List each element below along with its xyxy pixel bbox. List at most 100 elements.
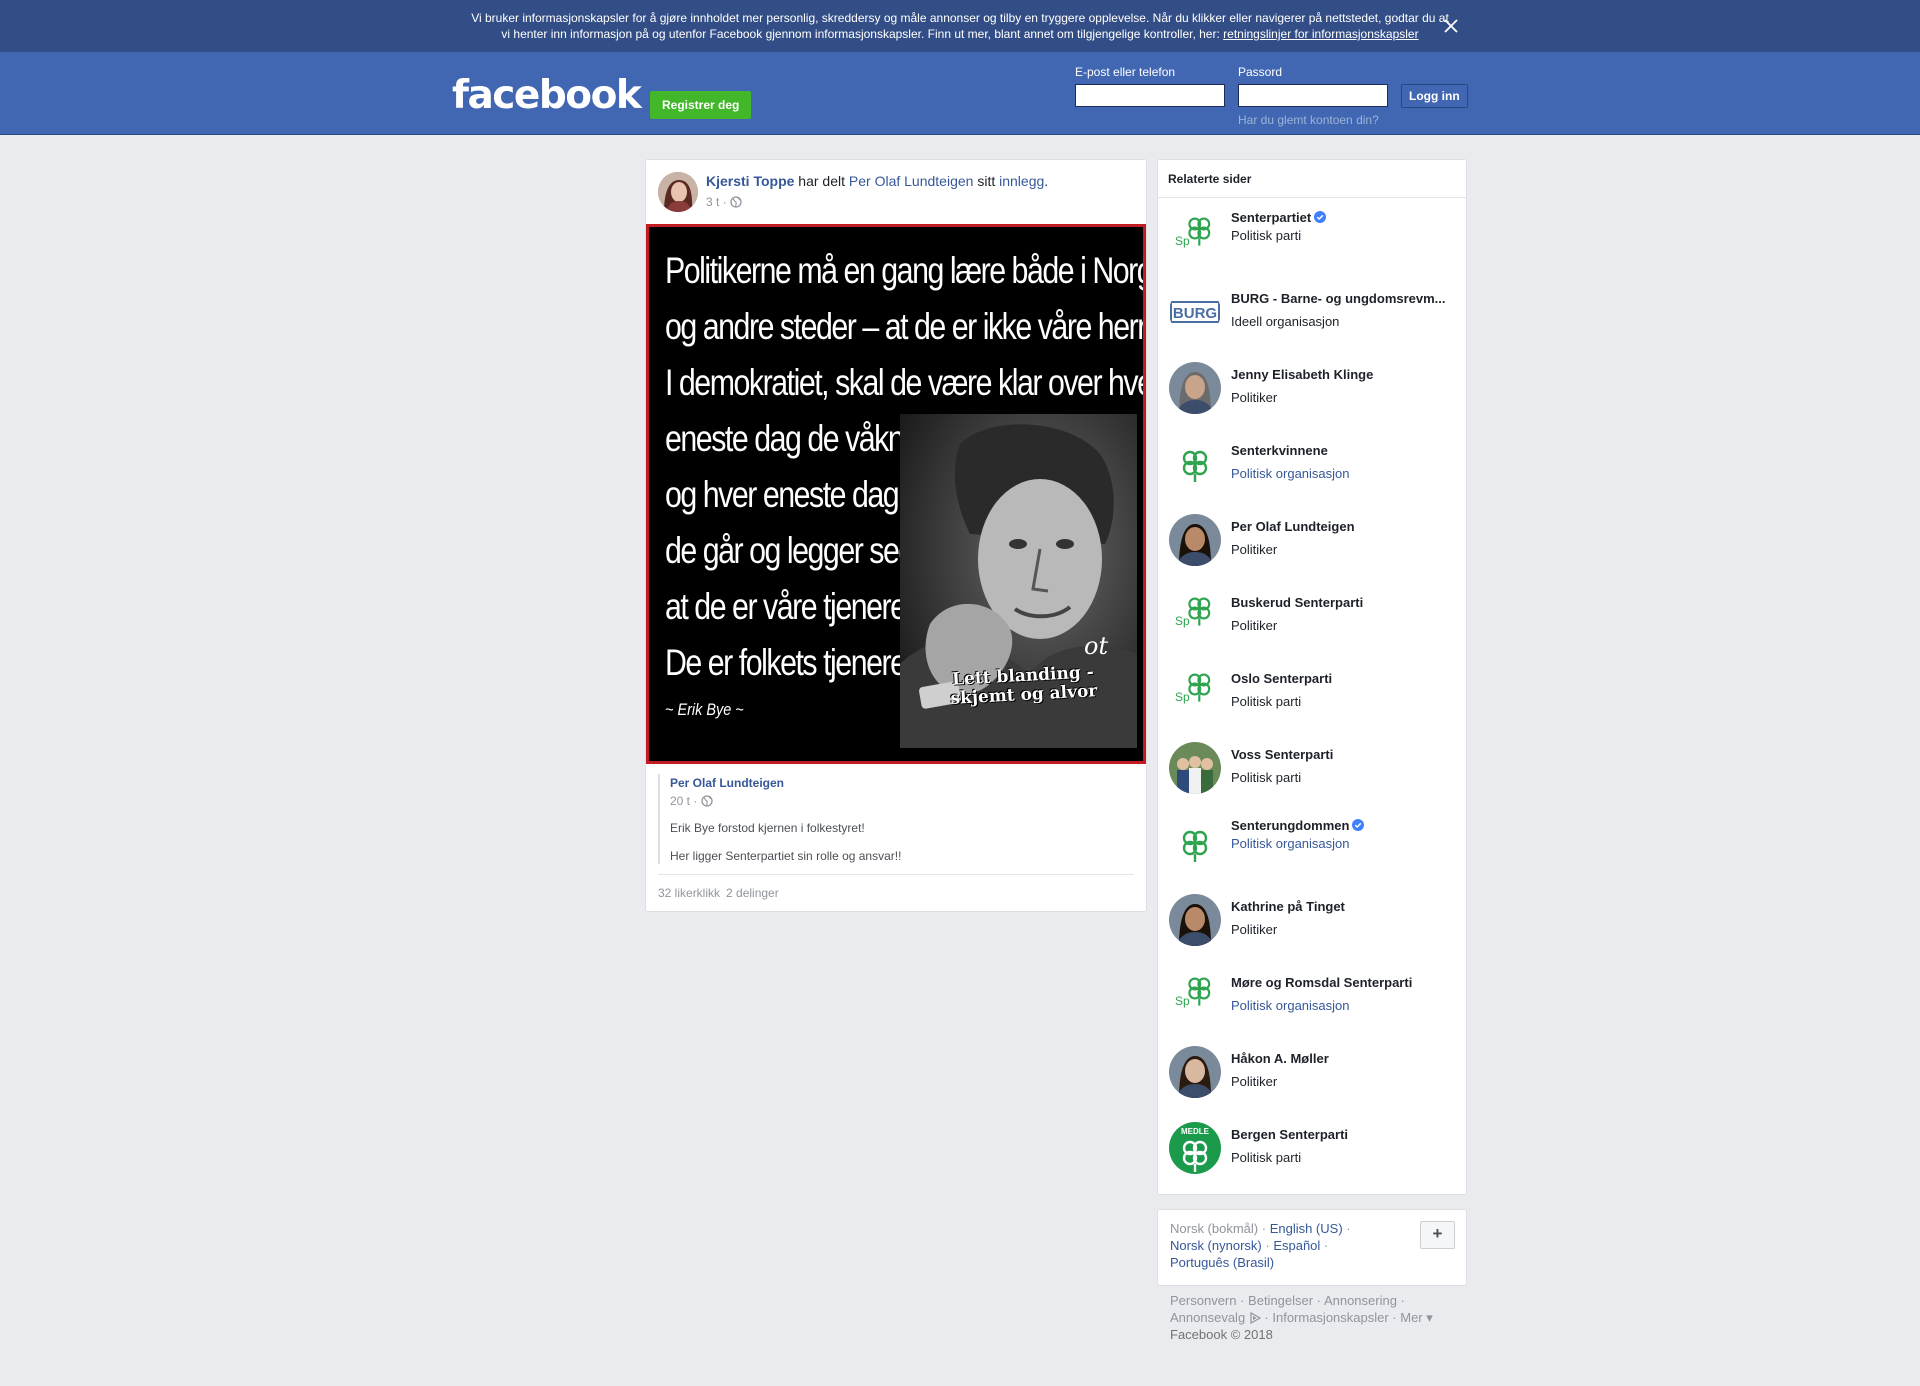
forgot-account-link[interactable]: Har du glemt kontoen din? <box>1238 113 1379 127</box>
language-option[interactable]: Español <box>1273 1238 1320 1253</box>
footer-link[interactable]: Personvern <box>1170 1293 1236 1308</box>
related-page-item[interactable]: Per Olaf Lundteigen Politiker <box>1169 514 1459 568</box>
post-meta: 3 t · <box>706 195 742 209</box>
page-logo-icon[interactable] <box>1169 438 1221 490</box>
related-page-name-text[interactable]: Senterkvinnene <box>1231 443 1328 458</box>
register-button[interactable]: Registrer deg <box>650 91 752 119</box>
post-image[interactable]: Politikerne må en gang lære både i Norge… <box>646 224 1146 764</box>
related-page-item[interactable]: Voss Senterparti Politisk parti <box>1169 742 1459 796</box>
related-page-item[interactable]: Sp Oslo Senterparti Politisk parti <box>1169 666 1459 720</box>
shared-original-post: Per Olaf Lundteigen 20 t · Erik Bye fors… <box>658 774 1134 864</box>
related-page-name[interactable]: Buskerud Senterparti <box>1231 595 1363 610</box>
chevron-down-icon[interactable]: ▾ <box>1426 1310 1433 1325</box>
footer-link[interactable]: Annonsevalg <box>1170 1310 1245 1325</box>
related-page-name[interactable]: Jenny Elisabeth Klinge <box>1231 367 1373 382</box>
related-page-name-text[interactable]: BURG - Barne- og ungdomsrevm... <box>1231 291 1446 306</box>
related-page-item[interactable]: Senterkvinnene Politisk organisasjon <box>1169 438 1459 492</box>
related-page-name-text[interactable]: Jenny Elisabeth Klinge <box>1231 367 1373 382</box>
current-language: Norsk (bokmål) <box>1170 1221 1259 1236</box>
related-page-name[interactable]: Kathrine på Tinget <box>1231 899 1345 914</box>
page-logo-icon[interactable]: Sp <box>1169 590 1221 642</box>
related-page-category: Politisk parti <box>1231 694 1302 709</box>
related-page-category[interactable]: Politisk organisasjon <box>1231 466 1350 481</box>
page-logo-icon[interactable]: Sp <box>1169 970 1221 1022</box>
related-page-item[interactable]: Kathrine på Tinget Politiker <box>1169 894 1459 948</box>
related-page-category: Politisk parti <box>1231 770 1302 785</box>
globe-icon <box>701 795 713 807</box>
likes-count[interactable]: 32 likerklikk <box>658 886 720 900</box>
related-page-name-text[interactable]: Bergen Senterparti <box>1231 1127 1348 1142</box>
more-languages-button[interactable]: + <box>1420 1221 1455 1249</box>
related-page-name-text[interactable]: Senterungdommen <box>1231 818 1349 833</box>
shared-from-link[interactable]: Per Olaf Lundteigen <box>849 173 974 189</box>
shared-author-link[interactable]: Per Olaf Lundteigen <box>670 776 1134 790</box>
related-page-category: Politiker <box>1231 922 1278 937</box>
related-page-name-text[interactable]: Voss Senterparti <box>1231 747 1333 762</box>
post-link[interactable]: innlegg <box>999 173 1044 189</box>
shared-text: har delt <box>794 173 849 189</box>
footer-link[interactable]: Informasjonskapsler <box>1272 1310 1388 1325</box>
related-page-category[interactable]: Politisk organisasjon <box>1231 836 1350 851</box>
related-page-name-text[interactable]: Senterpartiet <box>1231 210 1311 225</box>
related-page-name-text[interactable]: Per Olaf Lundteigen <box>1231 519 1355 534</box>
shared-post-time[interactable]: 20 t · <box>670 794 701 808</box>
login-button[interactable]: Logg inn <box>1401 84 1468 108</box>
verified-badge-icon <box>1352 819 1365 831</box>
avatar[interactable] <box>1169 362 1221 414</box>
related-page-name[interactable]: Senterkvinnene <box>1231 443 1328 458</box>
related-page-category[interactable]: Politisk organisasjon <box>1231 998 1350 1013</box>
related-page-name[interactable]: Voss Senterparti <box>1231 747 1333 762</box>
post-time[interactable]: 3 t · <box>706 195 730 209</box>
language-option[interactable]: English (US) <box>1270 1221 1343 1236</box>
related-page-item[interactable]: Jenny Elisabeth Klinge Politiker <box>1169 362 1459 416</box>
avatar[interactable] <box>1169 1046 1221 1098</box>
author-link[interactable]: Kjersti Toppe <box>706 173 794 189</box>
related-page-name[interactable]: Oslo Senterparti <box>1231 671 1332 686</box>
page-logo-icon[interactable]: Sp <box>1169 210 1221 262</box>
footer-link[interactable]: Mer <box>1400 1310 1422 1325</box>
email-field[interactable] <box>1075 84 1225 107</box>
page-logo-icon[interactable]: MEDLE <box>1169 1122 1221 1174</box>
related-page-name[interactable]: Senterungdommen <box>1231 818 1365 833</box>
page-logo-icon[interactable] <box>1169 818 1221 870</box>
page-logo-icon[interactable]: BURG <box>1169 286 1221 338</box>
related-page-item[interactable]: Håkon A. Møller Politiker <box>1169 1046 1459 1100</box>
close-icon[interactable] <box>1441 16 1461 36</box>
related-page-item[interactable]: Senterungdommen Politisk organisasjon <box>1169 818 1459 872</box>
language-option[interactable]: Português (Brasil) <box>1170 1255 1274 1270</box>
page-logo-icon[interactable]: Sp <box>1169 666 1221 718</box>
related-page-item[interactable]: Sp Buskerud Senterparti Politiker <box>1169 590 1459 644</box>
related-page-name-text[interactable]: Møre og Romsdal Senterparti <box>1231 975 1412 990</box>
related-page-name-text[interactable]: Oslo Senterparti <box>1231 671 1332 686</box>
shares-count[interactable]: 2 delinger <box>726 886 779 900</box>
password-field[interactable] <box>1238 84 1388 107</box>
related-page-name[interactable]: Møre og Romsdal Senterparti <box>1231 975 1412 990</box>
related-page-item[interactable]: MEDLE Bergen Senterparti Politisk parti <box>1169 1122 1459 1176</box>
quote-signature: ~ Erik Bye ~ <box>665 700 744 719</box>
avatar[interactable] <box>1169 742 1221 794</box>
related-page-name[interactable]: Per Olaf Lundteigen <box>1231 519 1355 534</box>
avatar[interactable] <box>1169 894 1221 946</box>
related-page-name[interactable]: Bergen Senterparti <box>1231 1127 1348 1142</box>
verified-badge-icon <box>1314 211 1327 223</box>
cookie-policy-link[interactable]: retningslinjer for informasjonskapsler <box>1223 27 1418 41</box>
language-option[interactable]: Norsk (nynorsk) <box>1170 1238 1262 1253</box>
footer-link[interactable]: Annonsering <box>1324 1293 1397 1308</box>
related-page-category: Politisk parti <box>1231 228 1302 243</box>
related-page-item[interactable]: Sp Senterpartiet Politisk parti <box>1169 210 1459 264</box>
related-page-name-text[interactable]: Kathrine på Tinget <box>1231 899 1345 914</box>
footer-link[interactable]: Betingelser <box>1248 1293 1313 1308</box>
related-page-name[interactable]: BURG - Barne- og ungdomsrevm... <box>1231 291 1446 306</box>
related-page-item[interactable]: BURG BURG - Barne- og ungdomsrevm... Ideel… <box>1169 286 1459 340</box>
related-page-name[interactable]: Senterpartiet <box>1231 210 1327 225</box>
avatar[interactable] <box>658 172 698 212</box>
period: . <box>1044 173 1049 189</box>
related-page-item[interactable]: Sp Møre og Romsdal Senterparti Politisk or… <box>1169 970 1459 1024</box>
avatar[interactable] <box>1169 514 1221 566</box>
related-page-name[interactable]: Håkon A. Møller <box>1231 1051 1329 1066</box>
facebook-logo[interactable]: facebook <box>452 76 642 115</box>
related-page-name-text[interactable]: Håkon A. Møller <box>1231 1051 1329 1066</box>
related-page-category: Politiker <box>1231 618 1278 633</box>
related-page-name-text[interactable]: Buskerud Senterparti <box>1231 595 1363 610</box>
globe-icon <box>730 196 742 208</box>
